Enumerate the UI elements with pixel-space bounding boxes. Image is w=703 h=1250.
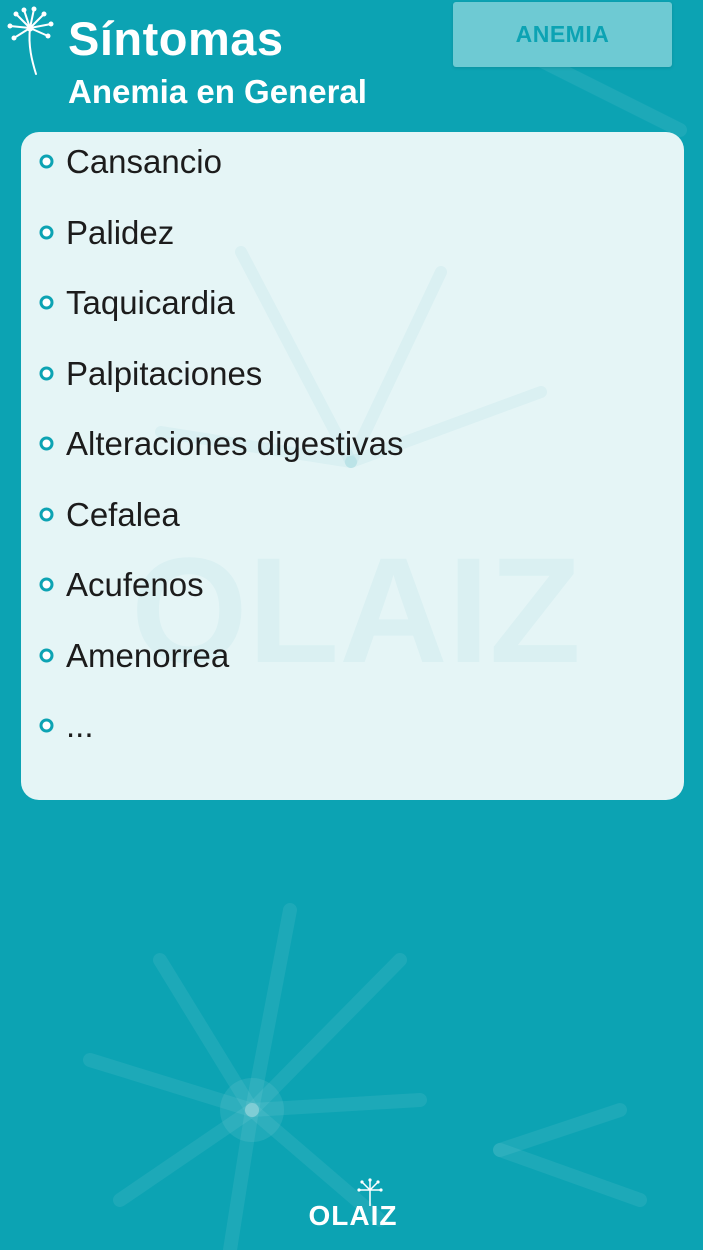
- dandelion-icon: [7, 6, 54, 75]
- symptom-label: Taquicardia: [66, 284, 235, 321]
- list-item: Palpitaciones: [21, 344, 661, 404]
- symptom-label: Alteraciones digestivas: [66, 425, 404, 462]
- bullet-dot-icon: [39, 648, 54, 663]
- bullet-dot-icon: [39, 225, 54, 240]
- anemia-tab-button[interactable]: ANEMIA: [453, 2, 672, 67]
- bullet-dot-icon: [39, 718, 54, 733]
- symptoms-card: OLAIZ Cansancio Palidez Taquicardia Palp…: [21, 132, 684, 800]
- list-item: Acufenos: [21, 555, 661, 615]
- list-item: ...: [21, 696, 661, 756]
- list-item: Taquicardia: [21, 273, 661, 333]
- list-item: Cansancio: [21, 132, 661, 192]
- list-item: Alteraciones digestivas: [21, 414, 661, 474]
- brand-logo-text: OLAIZ: [308, 1200, 398, 1231]
- bullet-dot-icon: [39, 366, 54, 381]
- footer-logo: OLAIZ: [305, 1178, 401, 1234]
- bullet-dot-icon: [39, 436, 54, 451]
- symptom-label: Cefalea: [66, 496, 180, 533]
- symptom-label: Palpitaciones: [66, 355, 263, 392]
- header: Síntomas Anemia en General ANEMIA: [0, 0, 703, 120]
- symptom-label: Amenorrea: [66, 637, 230, 674]
- bullet-dot-icon: [39, 577, 54, 592]
- symptom-label: Palidez: [66, 214, 175, 251]
- symptom-label: Acufenos: [66, 566, 204, 603]
- list-item: Palidez: [21, 203, 661, 263]
- list-item: Amenorrea: [21, 626, 661, 686]
- page-subtitle: Anemia en General: [68, 73, 367, 110]
- bullet-dot-icon: [39, 154, 54, 169]
- symptom-label: Cansancio: [66, 143, 222, 180]
- list-item: Cefalea: [21, 485, 661, 545]
- page-title: Síntomas: [68, 12, 284, 65]
- symptom-label: ...: [66, 707, 94, 744]
- bullet-dot-icon: [39, 295, 54, 310]
- bullet-dot-icon: [39, 507, 54, 522]
